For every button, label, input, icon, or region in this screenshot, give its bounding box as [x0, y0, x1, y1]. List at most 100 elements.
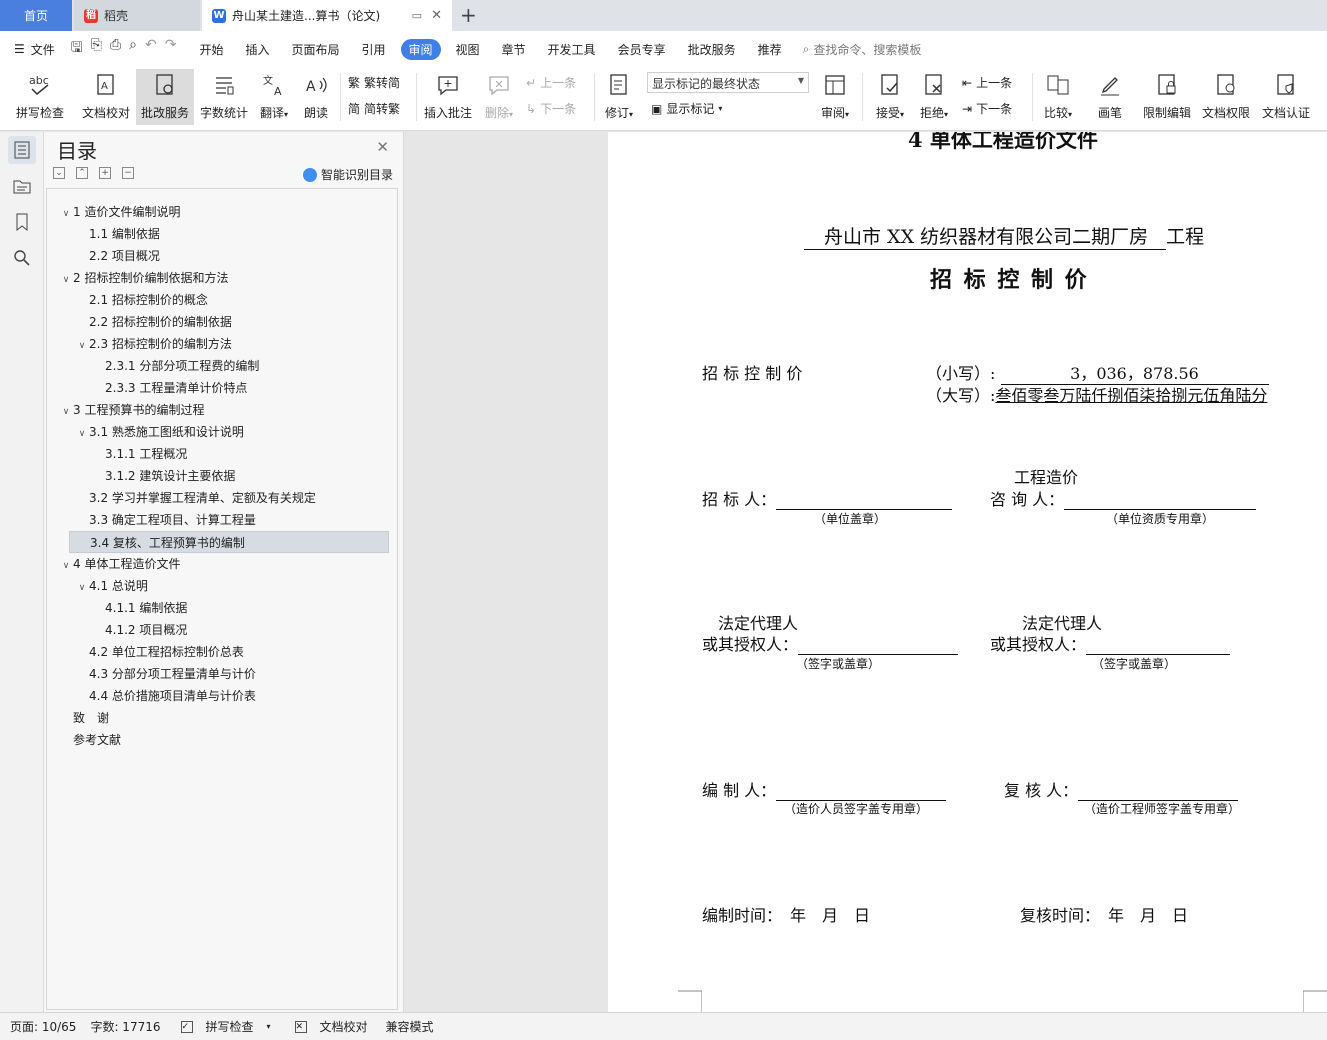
close-icon[interactable]: ✕: [376, 138, 389, 156]
undo-icon[interactable]: ↶: [145, 37, 157, 61]
menu-tab[interactable]: 开始: [188, 38, 234, 61]
word-count-button[interactable]: 字数统计: [197, 69, 251, 125]
revise-service-label: 批改服务: [140, 106, 189, 120]
to-traditional-button[interactable]: 繁繁转简: [348, 74, 400, 91]
toc-item[interactable]: 4.2 单位工程招标控制价总表: [47, 641, 244, 663]
prev-change-button[interactable]: ⇤ 上一条: [962, 74, 1012, 91]
tab-daoke[interactable]: 稻 稻壳: [74, 0, 200, 31]
toc-item[interactable]: ∨ 2 招标控制价编制依据和方法: [47, 267, 229, 291]
markup-state-select[interactable]: 显示标记的最终状态 ▼: [647, 72, 809, 93]
menu-tab[interactable]: 会员专享: [607, 38, 677, 61]
menu-tab[interactable]: 插入: [234, 38, 280, 61]
track-changes-button[interactable]: 修订▾: [600, 69, 638, 125]
compile-time: 编制时间： 年 月 日: [702, 906, 871, 925]
smart-toc-button[interactable]: 智能识别目录: [302, 166, 393, 183]
toc-item[interactable]: 4.1.2 项目概况: [47, 619, 187, 641]
spell-check-button[interactable]: abc 拼写检查: [8, 69, 72, 125]
pen-button[interactable]: 画笔: [1092, 69, 1128, 125]
preview-icon[interactable]: ⌕: [129, 37, 137, 61]
expand-down-icon[interactable]: ⌄: [53, 167, 65, 179]
find-icon[interactable]: [8, 244, 36, 272]
restrict-edit-button[interactable]: 限制编辑: [1140, 69, 1194, 125]
chapter-nav-icon[interactable]: [8, 172, 36, 200]
toc-item[interactable]: 3.1.1 工程概况: [47, 443, 187, 465]
insert-comment-button[interactable]: 插入批注: [422, 69, 474, 125]
show-markup-button[interactable]: ▣ 显示标记 ▾: [651, 100, 722, 117]
toc-panel-icon[interactable]: [8, 136, 36, 164]
bookmark-icon[interactable]: [8, 208, 36, 236]
close-tab-icon[interactable]: ✕: [431, 8, 442, 23]
chevron-down-icon[interactable]: ∨: [59, 203, 73, 225]
menu-tab[interactable]: 引用: [350, 38, 396, 61]
toc-item[interactable]: 3.4 复核、工程预算书的编制: [69, 531, 389, 553]
compare-button[interactable]: 比较▾: [1038, 69, 1078, 125]
chevron-down-icon[interactable]: ∨: [59, 269, 73, 291]
collapse-all-icon[interactable]: −: [122, 167, 134, 179]
expand-all-icon[interactable]: +: [99, 167, 111, 179]
toc-item[interactable]: ∨ 2.3 招标控制价的编制方法: [47, 333, 232, 355]
toc-item[interactable]: 3.2 学习并掌握工程清单、定额及有关规定: [47, 487, 316, 509]
toc-item[interactable]: 参考文献: [47, 729, 121, 751]
toc-item[interactable]: 2.3.3 工程量清单计价特点: [47, 377, 247, 399]
lock-icon: [1154, 72, 1180, 98]
toc-item[interactable]: 4.4 总价措施项目清单与计价表: [47, 685, 256, 707]
translate-button[interactable]: 文A 翻译▾: [254, 69, 294, 125]
doc-check-status[interactable]: ✕ 文档校对: [285, 1018, 368, 1035]
doc-certify-button[interactable]: 文档认证: [1258, 69, 1314, 125]
reject-button[interactable]: 拒绝▾: [914, 69, 954, 125]
menu-tab[interactable]: 章节: [491, 38, 537, 61]
prev-comment-button[interactable]: ↵ 上一条: [526, 74, 576, 91]
chevron-down-icon[interactable]: ∨: [75, 423, 89, 445]
print-icon[interactable]: ⎙: [110, 37, 121, 61]
toc-item[interactable]: 2.3.1 分部分项工程费的编制: [47, 355, 259, 377]
page-count[interactable]: 页面: 10/65: [10, 1018, 76, 1035]
toc-item[interactable]: 致 谢: [47, 707, 109, 729]
chevron-down-icon[interactable]: ∨: [59, 401, 73, 423]
menu-tab[interactable]: 推荐: [747, 38, 793, 61]
menu-tab[interactable]: 页面布局: [280, 38, 350, 61]
export-icon[interactable]: ⎘: [91, 37, 102, 61]
read-aloud-button[interactable]: A 朗读: [298, 69, 334, 125]
toc-item[interactable]: ∨ 4 单体工程造价文件: [47, 553, 181, 577]
revise-service-button[interactable]: 批改服务: [136, 69, 194, 125]
review-pane-button[interactable]: 审阅▾: [816, 69, 854, 125]
document-page[interactable]: 4 单体工程造价文件 舟山市 XX 纺织器材有限公司二期厂房 工程 招 标 控 制…: [608, 132, 1327, 1012]
collapse-up-icon[interactable]: ⌃: [76, 167, 88, 179]
toc-item[interactable]: 2.1 招标控制价的概念: [47, 289, 208, 311]
chevron-down-icon[interactable]: ∨: [59, 555, 73, 577]
doc-check-button[interactable]: A 文档校对: [78, 69, 134, 125]
toc-item[interactable]: ∨ 1 造价文件编制说明: [47, 201, 181, 225]
doc-permission-button[interactable]: 文档权限: [1198, 69, 1254, 125]
toc-item[interactable]: 2.2 招标控制价的编制依据: [47, 311, 232, 333]
menu-tab[interactable]: 批改服务: [677, 38, 747, 61]
toc-item[interactable]: ∨ 3.1 熟悉施工图纸和设计说明: [47, 421, 244, 443]
menu-tab[interactable]: 开发工具: [537, 38, 607, 61]
delete-comment-button[interactable]: 删除▾: [480, 69, 518, 125]
chevron-down-icon[interactable]: ∨: [75, 577, 89, 599]
chevron-down-icon[interactable]: ∨: [75, 335, 89, 357]
toc-item[interactable]: 4.1.1 编制依据: [47, 597, 187, 619]
toc-item[interactable]: ∨ 3 工程预算书的编制过程: [47, 399, 205, 423]
spell-check-status[interactable]: ✓ 拼写检查 ▾: [171, 1018, 271, 1035]
save-icon[interactable]: 🖫: [71, 37, 83, 61]
accept-button[interactable]: 接受▾: [870, 69, 910, 125]
toc-item[interactable]: 4.3 分部分项工程量清单与计价: [47, 663, 256, 685]
command-search[interactable]: ⌕ 查找命令、搜索模板: [803, 41, 922, 58]
toc-item[interactable]: 3.3 确定工程项目、计算工程量: [47, 509, 256, 531]
menu-tab[interactable]: 视图: [445, 38, 491, 61]
new-tab-icon[interactable]: +: [460, 3, 477, 27]
redo-icon[interactable]: ↷: [165, 37, 177, 61]
toc-item[interactable]: ∨ 4.1 总说明: [47, 575, 148, 597]
next-comment-button[interactable]: ↳ 下一条: [526, 100, 576, 117]
file-menu[interactable]: ☰ 文件: [0, 41, 65, 58]
menu-tab[interactable]: 审阅: [400, 38, 441, 60]
tab-home[interactable]: 首页: [0, 0, 72, 31]
word-count-status[interactable]: 字数: 17716: [90, 1018, 160, 1035]
toc-item[interactable]: 1.1 编制依据: [47, 223, 160, 245]
toc-item[interactable]: 3.1.2 建筑设计主要依据: [47, 465, 235, 487]
tab-document[interactable]: W 舟山某土建造...算书（论文) ▭ ✕: [202, 0, 452, 31]
monitor-icon[interactable]: ▭: [412, 9, 422, 22]
toc-item[interactable]: 2.2 项目概况: [47, 245, 160, 267]
to-simplified-button[interactable]: 简简转繁: [348, 100, 400, 117]
next-change-button[interactable]: ⇥ 下一条: [962, 100, 1012, 117]
